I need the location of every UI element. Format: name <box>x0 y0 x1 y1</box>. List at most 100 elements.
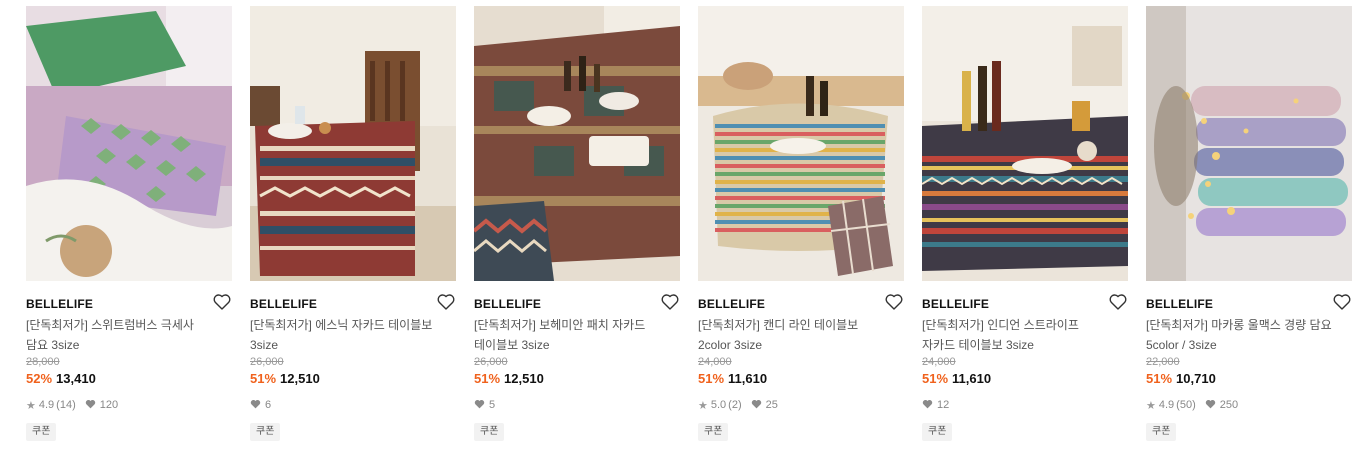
product-title[interactable]: [단독최저가] 인디언 스트라이프 자카드 테이블보 3size <box>922 315 1128 355</box>
brand-name[interactable]: BELLELIFE <box>1146 296 1352 312</box>
original-price: 24,000 <box>698 356 732 368</box>
product-image[interactable] <box>250 6 456 281</box>
review-count: (14) <box>56 399 76 411</box>
product-image[interactable] <box>26 6 232 281</box>
wishlist-heart-icon[interactable] <box>1332 292 1352 312</box>
sale-price: 11,610 <box>952 371 992 386</box>
coupon-badge[interactable]: 쿠폰 <box>922 423 953 441</box>
coupon-badge[interactable]: 쿠폰 <box>698 423 729 441</box>
likes-count: 120 <box>99 399 119 411</box>
sale-price: 12,510 <box>504 371 544 386</box>
coupon-badge[interactable]: 쿠폰 <box>474 423 505 441</box>
product-title-line[interactable]: [단독최저가] 스위트럼버스 극세사 <box>26 315 232 335</box>
brand-name[interactable]: BELLELIFE <box>26 296 232 312</box>
product-title-line[interactable]: 2color 3size <box>698 335 904 355</box>
price-row: 52% 13,410 <box>26 370 232 387</box>
price-row: 51% 11,610 <box>698 370 904 387</box>
likes-heart-icon <box>1205 399 1216 412</box>
product-image[interactable] <box>474 6 680 281</box>
rating-value: 4.9 <box>1158 399 1175 411</box>
wishlist-heart-icon[interactable] <box>884 292 904 312</box>
star-icon: ★ <box>26 399 36 412</box>
wishlist-heart-icon[interactable] <box>436 292 456 312</box>
product-stats: ★ 4.9 (14) 120 <box>26 398 232 412</box>
product-grid: BELLELIFE [단독최저가] 스위트럼버스 극세사 담요 3size 28… <box>0 0 1364 456</box>
product-stats: 5 <box>474 398 680 412</box>
star-icon: ★ <box>698 399 708 412</box>
product-stats: ★ 5.0 (2) 25 <box>698 398 904 412</box>
product-title-line[interactable]: [단독최저가] 에스닉 자카드 테이블보 <box>250 315 456 335</box>
sale-price: 11,610 <box>728 371 768 386</box>
product-title-line[interactable]: [단독최저가] 인디언 스트라이프 <box>922 315 1128 335</box>
likes-count: 12 <box>937 399 950 411</box>
discount-rate: 51% <box>698 371 725 386</box>
review-count: (2) <box>728 399 742 411</box>
likes-count: 6 <box>265 399 272 411</box>
original-price: 28,000 <box>26 356 60 368</box>
product-title[interactable]: [단독최저가] 캔디 라인 테이블보 2color 3size <box>698 315 904 355</box>
coupon-badge[interactable]: 쿠폰 <box>1146 423 1177 441</box>
rating-value: 5.0 <box>710 399 727 411</box>
discount-rate: 51% <box>922 371 949 386</box>
price-row: 51% 11,610 <box>922 370 1128 387</box>
original-price: 22,000 <box>1146 356 1180 368</box>
wishlist-heart-icon[interactable] <box>660 292 680 312</box>
likes-count: 25 <box>765 399 778 411</box>
likes-heart-icon <box>250 399 261 412</box>
wishlist-heart-icon[interactable] <box>1108 292 1128 312</box>
original-price: 24,000 <box>922 356 956 368</box>
likes-heart-icon <box>474 399 485 412</box>
product-card[interactable]: BELLELIFE [단독최저가] 인디언 스트라이프 자카드 테이블보 3si… <box>922 6 1128 441</box>
wishlist-heart-icon[interactable] <box>212 292 232 312</box>
sale-price: 12,510 <box>280 371 320 386</box>
likes-heart-icon <box>85 399 96 412</box>
product-title-line[interactable]: 5color / 3size <box>1146 335 1352 355</box>
product-title-line[interactable]: 담요 3size <box>26 335 232 355</box>
product-title-line[interactable]: 테이블보 3size <box>474 335 680 355</box>
likes-heart-icon <box>922 399 933 412</box>
brand-name[interactable]: BELLELIFE <box>922 296 1128 312</box>
coupon-badge[interactable]: 쿠폰 <box>26 423 57 441</box>
brand-name[interactable]: BELLELIFE <box>250 296 456 312</box>
product-stats: 12 <box>922 398 1128 412</box>
sale-price: 13,410 <box>56 371 96 386</box>
discount-rate: 51% <box>474 371 501 386</box>
product-stats: ★ 4.9 (50) 250 <box>1146 398 1352 412</box>
product-title-line[interactable]: [단독최저가] 보헤미안 패치 자카드 <box>474 315 680 335</box>
product-card[interactable]: BELLELIFE [단독최저가] 캔디 라인 테이블보 2color 3siz… <box>698 6 904 441</box>
product-image[interactable] <box>698 6 904 281</box>
discount-rate: 52% <box>26 371 53 386</box>
product-image[interactable] <box>922 6 1128 281</box>
product-image[interactable] <box>1146 6 1352 281</box>
product-card[interactable]: BELLELIFE [단독최저가] 에스닉 자카드 테이블보 3size 26,… <box>250 6 456 441</box>
likes-count: 250 <box>1219 399 1239 411</box>
price-row: 51% 12,510 <box>474 370 680 387</box>
product-title[interactable]: [단독최저가] 에스닉 자카드 테이블보 3size <box>250 315 456 355</box>
rating-value: 4.9 <box>38 399 55 411</box>
review-count: (50) <box>1176 399 1196 411</box>
product-card[interactable]: BELLELIFE [단독최저가] 보헤미안 패치 자카드 테이블보 3size… <box>474 6 680 441</box>
product-title[interactable]: [단독최저가] 보헤미안 패치 자카드 테이블보 3size <box>474 315 680 355</box>
likes-count: 5 <box>489 399 496 411</box>
product-title-line[interactable]: 자카드 테이블보 3size <box>922 335 1128 355</box>
product-title-line[interactable]: [단독최저가] 캔디 라인 테이블보 <box>698 315 904 335</box>
likes-heart-icon <box>751 399 762 412</box>
product-title[interactable]: [단독최저가] 스위트럼버스 극세사 담요 3size <box>26 315 232 355</box>
original-price: 26,000 <box>250 356 284 368</box>
brand-name[interactable]: BELLELIFE <box>698 296 904 312</box>
product-title-line[interactable]: [단독최저가] 마카롱 울맥스 경량 담요 <box>1146 315 1352 335</box>
brand-name[interactable]: BELLELIFE <box>474 296 680 312</box>
discount-rate: 51% <box>1146 371 1173 386</box>
product-stats: 6 <box>250 398 456 412</box>
product-card[interactable]: BELLELIFE [단독최저가] 스위트럼버스 극세사 담요 3size 28… <box>26 6 232 441</box>
product-title[interactable]: [단독최저가] 마카롱 울맥스 경량 담요 5color / 3size <box>1146 315 1352 355</box>
sale-price: 10,710 <box>1176 371 1216 386</box>
star-icon: ★ <box>1146 399 1156 412</box>
coupon-badge[interactable]: 쿠폰 <box>250 423 281 441</box>
price-row: 51% 10,710 <box>1146 370 1352 387</box>
original-price: 26,000 <box>474 356 508 368</box>
price-row: 51% 12,510 <box>250 370 456 387</box>
discount-rate: 51% <box>250 371 277 386</box>
product-title-line[interactable]: 3size <box>250 335 456 355</box>
product-card[interactable]: BELLELIFE [단독최저가] 마카롱 울맥스 경량 담요 5color /… <box>1146 6 1352 441</box>
